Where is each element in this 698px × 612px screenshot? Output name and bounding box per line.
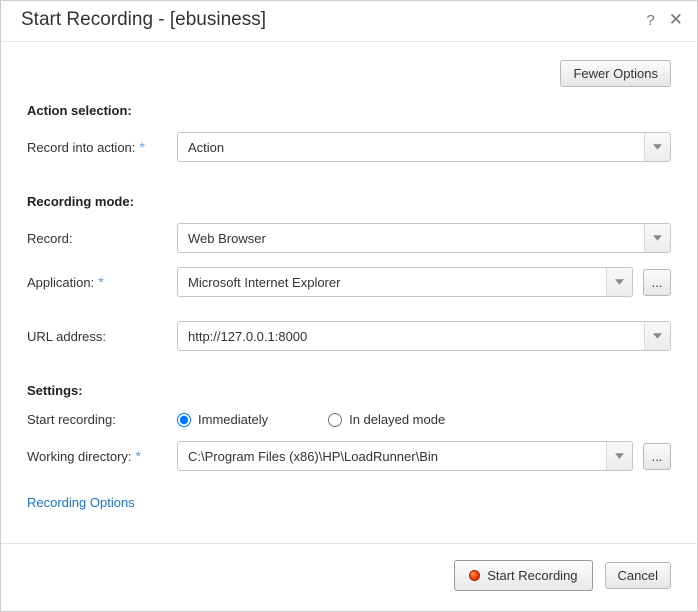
row-record: Record: <box>27 223 671 253</box>
chevron-down-icon[interactable] <box>644 322 670 350</box>
start-recording-button[interactable]: Start Recording <box>454 560 592 591</box>
working-directory-input[interactable] <box>178 442 606 470</box>
required-marker: * <box>136 448 141 464</box>
browse-directory-button[interactable]: ... <box>643 443 671 470</box>
dialog-footer: Start Recording Cancel <box>1 543 697 611</box>
chevron-down-icon[interactable] <box>606 268 632 296</box>
application-input[interactable] <box>178 268 606 296</box>
action-input[interactable] <box>178 133 644 161</box>
working-directory-combo[interactable] <box>177 441 633 471</box>
section-action-selection: Action selection: <box>27 103 671 118</box>
row-start-recording: Start recording: Immediately In delayed … <box>27 412 671 427</box>
dialog-body: Fewer Options Action selection: Record i… <box>1 42 697 543</box>
radio-immediately-item[interactable]: Immediately <box>177 412 268 427</box>
section-settings: Settings: <box>27 383 671 398</box>
label-url: URL address: <box>27 329 106 344</box>
record-input[interactable] <box>178 224 644 252</box>
radio-immediately-label: Immediately <box>198 412 268 427</box>
recording-options-link[interactable]: Recording Options <box>27 495 135 510</box>
chevron-down-icon[interactable] <box>606 442 632 470</box>
url-input[interactable] <box>178 322 644 350</box>
label-start-recording: Start recording: <box>27 412 116 427</box>
top-actions: Fewer Options <box>27 60 671 87</box>
url-combo[interactable] <box>177 321 671 351</box>
help-icon[interactable]: ? <box>646 12 654 29</box>
row-record-into-action: Record into action: * <box>27 132 671 162</box>
label-application: Application: <box>27 275 94 290</box>
titlebar: Start Recording - [ebusiness] ? ✕ <box>1 1 697 42</box>
chevron-down-icon[interactable] <box>644 133 670 161</box>
browse-application-button[interactable]: ... <box>643 269 671 296</box>
section-recording-mode: Recording mode: <box>27 194 671 209</box>
radio-delayed-label: In delayed mode <box>349 412 445 427</box>
close-icon[interactable]: ✕ <box>669 10 683 30</box>
start-recording-dialog: Start Recording - [ebusiness] ? ✕ Fewer … <box>0 0 698 612</box>
cancel-button[interactable]: Cancel <box>605 562 671 589</box>
required-marker: * <box>139 139 144 155</box>
dialog-title: Start Recording - [ebusiness] <box>21 9 266 31</box>
record-combo[interactable] <box>177 223 671 253</box>
label-record: Record: <box>27 231 73 246</box>
titlebar-controls: ? ✕ <box>646 10 683 30</box>
row-application: Application: * ... <box>27 267 671 297</box>
start-recording-radios: Immediately In delayed mode <box>177 412 445 427</box>
radio-delayed-item[interactable]: In delayed mode <box>328 412 445 427</box>
action-combo[interactable] <box>177 132 671 162</box>
label-record-into-action: Record into action: <box>27 140 135 155</box>
radio-delayed[interactable] <box>328 413 342 427</box>
label-working-directory: Working directory: <box>27 449 132 464</box>
chevron-down-icon[interactable] <box>644 224 670 252</box>
radio-immediately[interactable] <box>177 413 191 427</box>
application-combo[interactable] <box>177 267 633 297</box>
start-recording-label: Start Recording <box>487 568 577 583</box>
record-icon <box>469 570 480 581</box>
row-url: URL address: <box>27 321 671 351</box>
row-working-directory: Working directory: * ... <box>27 441 671 471</box>
fewer-options-button[interactable]: Fewer Options <box>560 60 671 87</box>
required-marker: * <box>98 274 103 290</box>
